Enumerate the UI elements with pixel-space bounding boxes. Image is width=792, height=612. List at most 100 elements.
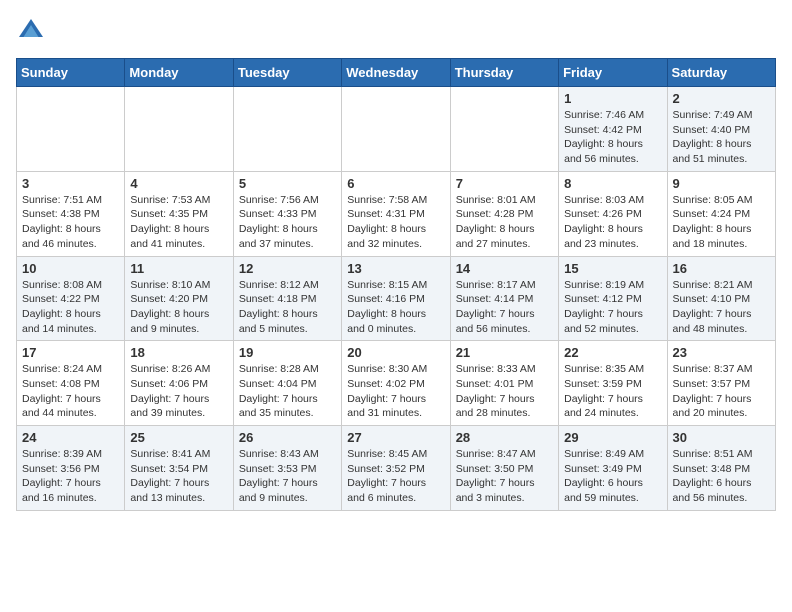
calendar-header-row: SundayMondayTuesdayWednesdayThursdayFrid… (17, 59, 776, 87)
day-info: Sunrise: 7:51 AM Sunset: 4:38 PM Dayligh… (22, 193, 119, 252)
day-number: 10 (22, 261, 119, 276)
day-info: Sunrise: 8:51 AM Sunset: 3:48 PM Dayligh… (673, 447, 770, 506)
calendar-cell: 30 Sunrise: 8:51 AM Sunset: 3:48 PM Dayli… (667, 426, 775, 511)
day-number: 18 (130, 345, 227, 360)
calendar-cell (342, 87, 450, 172)
day-number: 22 (564, 345, 661, 360)
calendar-cell: 29Sunrise: 8:49 AM Sunset: 3:49 PM Dayli… (559, 426, 667, 511)
day-number: 6 (347, 176, 444, 191)
day-number: 4 (130, 176, 227, 191)
calendar-cell: 8 Sunrise: 8:03 AM Sunset: 4:26 PM Daylig… (559, 171, 667, 256)
day-info: Sunrise: 7:53 AM Sunset: 4:35 PM Dayligh… (130, 193, 227, 252)
day-number: 8 (564, 176, 661, 191)
day-number: 20 (347, 345, 444, 360)
calendar-cell: 13 Sunrise: 8:15 AM Sunset: 4:16 PM Dayli… (342, 256, 450, 341)
calendar-cell: 11Sunrise: 8:10 AM Sunset: 4:20 PM Dayli… (125, 256, 233, 341)
calendar-cell: 1 Sunrise: 7:46 AM Sunset: 4:42 PM Daylig… (559, 87, 667, 172)
day-number: 30 (673, 430, 770, 445)
calendar-cell: 10 Sunrise: 8:08 AM Sunset: 4:22 PM Dayli… (17, 256, 125, 341)
calendar-cell: 27 Sunrise: 8:45 AM Sunset: 3:52 PM Dayli… (342, 426, 450, 511)
day-info: Sunrise: 8:28 AM Sunset: 4:04 PM Dayligh… (239, 362, 336, 421)
calendar-week-row: 24Sunrise: 8:39 AM Sunset: 3:56 PM Dayli… (17, 426, 776, 511)
calendar-cell: 20 Sunrise: 8:30 AM Sunset: 4:02 PM Dayli… (342, 341, 450, 426)
calendar-cell (17, 87, 125, 172)
day-info: Sunrise: 8:24 AM Sunset: 4:08 PM Dayligh… (22, 362, 119, 421)
day-info: Sunrise: 8:19 AM Sunset: 4:12 PM Dayligh… (564, 278, 661, 337)
calendar-cell: 5 Sunrise: 7:56 AM Sunset: 4:33 PM Daylig… (233, 171, 341, 256)
day-number: 5 (239, 176, 336, 191)
day-header-thursday: Thursday (450, 59, 558, 87)
calendar-cell: 15 Sunrise: 8:19 AM Sunset: 4:12 PM Dayli… (559, 256, 667, 341)
calendar-cell: 17Sunrise: 8:24 AM Sunset: 4:08 PM Dayli… (17, 341, 125, 426)
day-number: 21 (456, 345, 553, 360)
day-header-saturday: Saturday (667, 59, 775, 87)
day-number: 23 (673, 345, 770, 360)
day-number: 25 (130, 430, 227, 445)
day-number: 27 (347, 430, 444, 445)
calendar-cell: 18 Sunrise: 8:26 AM Sunset: 4:06 PM Dayli… (125, 341, 233, 426)
calendar-cell: 26 Sunrise: 8:43 AM Sunset: 3:53 PM Dayli… (233, 426, 341, 511)
calendar-cell: 28 Sunrise: 8:47 AM Sunset: 3:50 PM Dayli… (450, 426, 558, 511)
day-info: Sunrise: 8:12 AM Sunset: 4:18 PM Dayligh… (239, 278, 336, 337)
calendar-cell: 6 Sunrise: 7:58 AM Sunset: 4:31 PM Daylig… (342, 171, 450, 256)
day-info: Sunrise: 8:35 AM Sunset: 3:59 PM Dayligh… (564, 362, 661, 421)
calendar-cell (125, 87, 233, 172)
day-info: Sunrise: 8:41 AM Sunset: 3:54 PM Dayligh… (130, 447, 227, 506)
day-info: Sunrise: 8:37 AM Sunset: 3:57 PM Dayligh… (673, 362, 770, 421)
calendar-cell: 23 Sunrise: 8:37 AM Sunset: 3:57 PM Dayli… (667, 341, 775, 426)
day-number: 29 (564, 430, 661, 445)
day-info: Sunrise: 8:05 AM Sunset: 4:24 PM Dayligh… (673, 193, 770, 252)
calendar-cell: 4 Sunrise: 7:53 AM Sunset: 4:35 PM Daylig… (125, 171, 233, 256)
calendar-cell: 9 Sunrise: 8:05 AM Sunset: 4:24 PM Daylig… (667, 171, 775, 256)
day-number: 16 (673, 261, 770, 276)
day-info: Sunrise: 8:08 AM Sunset: 4:22 PM Dayligh… (22, 278, 119, 337)
day-info: Sunrise: 8:45 AM Sunset: 3:52 PM Dayligh… (347, 447, 444, 506)
day-number: 24 (22, 430, 119, 445)
calendar-week-row: 17Sunrise: 8:24 AM Sunset: 4:08 PM Dayli… (17, 341, 776, 426)
day-number: 3 (22, 176, 119, 191)
day-number: 12 (239, 261, 336, 276)
day-number: 26 (239, 430, 336, 445)
day-number: 7 (456, 176, 553, 191)
header (16, 16, 776, 46)
calendar-cell: 25 Sunrise: 8:41 AM Sunset: 3:54 PM Dayli… (125, 426, 233, 511)
calendar-cell: 7 Sunrise: 8:01 AM Sunset: 4:28 PM Daylig… (450, 171, 558, 256)
day-number: 9 (673, 176, 770, 191)
day-info: Sunrise: 7:58 AM Sunset: 4:31 PM Dayligh… (347, 193, 444, 252)
day-info: Sunrise: 8:01 AM Sunset: 4:28 PM Dayligh… (456, 193, 553, 252)
day-info: Sunrise: 8:33 AM Sunset: 4:01 PM Dayligh… (456, 362, 553, 421)
day-number: 2 (673, 91, 770, 106)
calendar-cell: 24Sunrise: 8:39 AM Sunset: 3:56 PM Dayli… (17, 426, 125, 511)
day-header-friday: Friday (559, 59, 667, 87)
day-number: 15 (564, 261, 661, 276)
calendar-cell: 3 Sunrise: 7:51 AM Sunset: 4:38 PM Daylig… (17, 171, 125, 256)
day-number: 19 (239, 345, 336, 360)
day-info: Sunrise: 8:10 AM Sunset: 4:20 PM Dayligh… (130, 278, 227, 337)
day-header-tuesday: Tuesday (233, 59, 341, 87)
day-info: Sunrise: 8:30 AM Sunset: 4:02 PM Dayligh… (347, 362, 444, 421)
day-number: 14 (456, 261, 553, 276)
calendar-cell: 22 Sunrise: 8:35 AM Sunset: 3:59 PM Dayli… (559, 341, 667, 426)
logo (16, 16, 50, 46)
day-info: Sunrise: 8:03 AM Sunset: 4:26 PM Dayligh… (564, 193, 661, 252)
day-info: Sunrise: 8:26 AM Sunset: 4:06 PM Dayligh… (130, 362, 227, 421)
calendar-week-row: 1 Sunrise: 7:46 AM Sunset: 4:42 PM Daylig… (17, 87, 776, 172)
calendar-cell: 12 Sunrise: 8:12 AM Sunset: 4:18 PM Dayli… (233, 256, 341, 341)
day-info: Sunrise: 8:15 AM Sunset: 4:16 PM Dayligh… (347, 278, 444, 337)
day-header-monday: Monday (125, 59, 233, 87)
calendar-week-row: 10 Sunrise: 8:08 AM Sunset: 4:22 PM Dayli… (17, 256, 776, 341)
day-number: 1 (564, 91, 661, 106)
day-number: 13 (347, 261, 444, 276)
calendar-cell: 2 Sunrise: 7:49 AM Sunset: 4:40 PM Daylig… (667, 87, 775, 172)
calendar-cell: 21 Sunrise: 8:33 AM Sunset: 4:01 PM Dayli… (450, 341, 558, 426)
day-info: Sunrise: 8:43 AM Sunset: 3:53 PM Dayligh… (239, 447, 336, 506)
calendar-cell (450, 87, 558, 172)
calendar: SundayMondayTuesdayWednesdayThursdayFrid… (16, 58, 776, 511)
day-info: Sunrise: 7:46 AM Sunset: 4:42 PM Dayligh… (564, 108, 661, 167)
day-number: 28 (456, 430, 553, 445)
day-info: Sunrise: 8:17 AM Sunset: 4:14 PM Dayligh… (456, 278, 553, 337)
calendar-cell: 14 Sunrise: 8:17 AM Sunset: 4:14 PM Dayli… (450, 256, 558, 341)
day-info: Sunrise: 7:49 AM Sunset: 4:40 PM Dayligh… (673, 108, 770, 167)
day-info: Sunrise: 8:47 AM Sunset: 3:50 PM Dayligh… (456, 447, 553, 506)
day-info: Sunrise: 7:56 AM Sunset: 4:33 PM Dayligh… (239, 193, 336, 252)
